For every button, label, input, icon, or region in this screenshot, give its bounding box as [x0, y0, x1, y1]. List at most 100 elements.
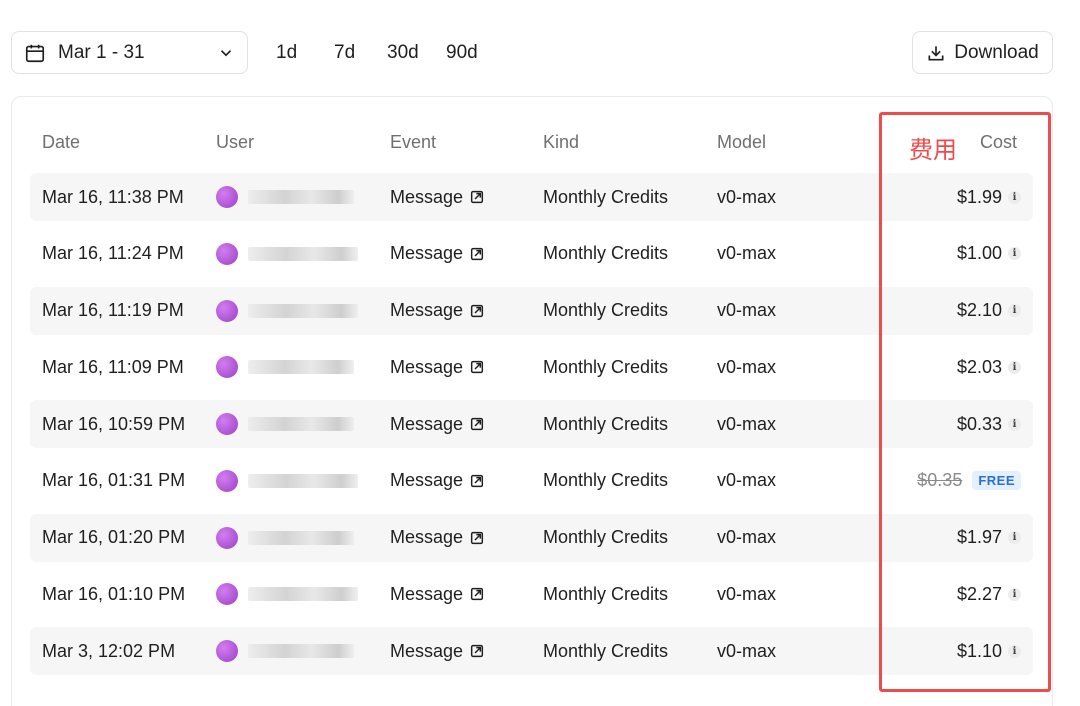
date-range-picker[interactable]: Mar 1 - 31 — [11, 31, 248, 74]
row-date: Mar 16, 10:59 PM — [42, 413, 186, 434]
row-cost: $1.10 i — [957, 627, 1021, 675]
row-user — [216, 570, 358, 618]
row-cost: $1.00 i — [957, 230, 1021, 278]
external-link-icon — [470, 190, 484, 204]
blurred-username — [248, 530, 354, 545]
row-event-link[interactable]: Message — [390, 514, 485, 562]
info-icon[interactable]: i — [1008, 190, 1021, 204]
table-row[interactable]: Mar 16, 11:09 PM Message Monthly Credits v0… — [30, 343, 1033, 391]
event-label: Message — [390, 243, 464, 264]
preset-90d[interactable]: 90d — [446, 31, 478, 74]
info-icon[interactable]: i — [1008, 531, 1021, 544]
cost-value: $0.33 — [956, 413, 1002, 434]
row-event-link[interactable]: Message — [390, 570, 485, 618]
table-row[interactable]: Mar 16, 11:38 PM Message Monthly Credits v0… — [30, 173, 1033, 221]
preset-1d[interactable]: 1d — [276, 31, 297, 74]
row-kind: Monthly Credits — [543, 640, 669, 661]
blurred-username — [248, 360, 354, 375]
external-link-icon — [470, 644, 484, 658]
blurred-username — [248, 417, 354, 431]
table-row[interactable]: Mar 16, 11:24 PM Message Monthly Credits v0… — [30, 230, 1033, 278]
info-icon[interactable]: i — [1008, 417, 1021, 431]
row-date: Mar 16, 11:19 PM — [42, 300, 184, 320]
row-event-link[interactable]: Message — [390, 457, 485, 505]
row-event-link[interactable]: Message — [390, 173, 485, 221]
row-kind: Monthly Credits — [543, 243, 669, 264]
external-link-icon — [470, 531, 484, 544]
cost-value: $1.99 — [956, 186, 1002, 207]
blurred-username — [248, 190, 354, 204]
table-row[interactable]: Mar 3, 12:02 PM Message Monthly Credits v0-… — [30, 627, 1033, 675]
row-cost: $0.33 i — [957, 400, 1021, 448]
table-row[interactable]: Mar 16, 11:19 PM Message Monthly Credits v0… — [30, 286, 1033, 335]
cost-value: $1.10 — [956, 640, 1002, 661]
avatar — [216, 186, 238, 208]
row-user — [216, 230, 358, 278]
event-label: Message — [390, 413, 464, 434]
row-kind: Monthly Credits — [543, 356, 669, 377]
cost-value: $2.03 — [956, 356, 1002, 377]
info-icon[interactable]: i — [1008, 644, 1021, 658]
header-kind: Kind — [543, 132, 580, 152]
preset-7d[interactable]: 7d — [334, 31, 355, 74]
external-link-icon — [470, 361, 484, 374]
row-user — [216, 287, 358, 335]
row-model: v0-max — [717, 527, 777, 547]
download-icon — [928, 45, 944, 60]
row-event-link[interactable]: Message — [390, 400, 485, 448]
external-link-icon — [470, 588, 484, 601]
row-user — [216, 514, 354, 562]
header-user: User — [216, 132, 255, 152]
blurred-username — [248, 644, 354, 658]
preset-30d[interactable]: 30d — [387, 31, 419, 74]
info-icon[interactable]: i — [1008, 587, 1021, 601]
row-event-link[interactable]: Message — [390, 230, 485, 278]
row-kind: Monthly Credits — [543, 527, 669, 547]
avatar — [216, 299, 238, 322]
row-cost: $1.99 i — [957, 173, 1021, 221]
original-cost: $0.35 — [917, 470, 963, 491]
table-row[interactable]: Mar 16, 01:10 PM Message Monthly Credits v0… — [30, 570, 1033, 618]
info-icon[interactable]: i — [1008, 304, 1021, 317]
cost-value: $1.97 — [956, 527, 1002, 547]
row-date: Mar 16, 11:38 PM — [42, 186, 184, 207]
cost-value: $2.10 — [956, 300, 1002, 320]
row-user — [216, 627, 354, 675]
row-event-link[interactable]: Message — [390, 627, 485, 675]
download-button[interactable]: Download — [912, 31, 1053, 74]
external-link-icon — [470, 474, 484, 487]
blurred-username — [248, 473, 358, 488]
avatar — [216, 583, 238, 606]
event-label: Message — [390, 300, 464, 320]
avatar — [216, 526, 238, 549]
row-user — [216, 400, 354, 448]
row-event-link[interactable]: Message — [390, 343, 485, 391]
cost-annotation: 费用 — [909, 136, 957, 164]
row-kind: Monthly Credits — [543, 413, 669, 434]
table-row[interactable]: Mar 16, 01:31 PM Message Monthly Credits v0… — [30, 457, 1033, 505]
row-model: v0-max — [717, 356, 777, 377]
blurred-username — [248, 587, 358, 602]
row-cost: $1.97 i — [957, 514, 1021, 562]
header-event: Event — [390, 132, 437, 152]
cost-value: $1.00 — [956, 243, 1002, 264]
free-badge: FREE — [972, 471, 1021, 491]
event-label: Message — [390, 356, 464, 377]
external-link-icon — [470, 417, 484, 431]
table-row[interactable]: Mar 16, 10:59 PM Message Monthly Credits v0… — [30, 400, 1033, 448]
row-user — [216, 173, 354, 221]
event-label: Message — [390, 640, 464, 661]
row-model: v0-max — [717, 583, 777, 604]
table-row[interactable]: Mar 16, 01:20 PM Message Monthly Credits v0… — [30, 513, 1033, 562]
row-model: v0-max — [717, 470, 777, 491]
info-icon[interactable]: i — [1008, 247, 1021, 261]
header-model: Model — [717, 132, 767, 152]
row-model: v0-max — [717, 243, 777, 264]
row-event-link[interactable]: Message — [390, 287, 485, 335]
row-cost: $2.03 i — [957, 343, 1021, 391]
chevron-down-icon — [220, 49, 232, 56]
header-date: Date — [42, 132, 81, 152]
calendar-icon — [25, 44, 45, 62]
blurred-username — [248, 303, 358, 318]
info-icon[interactable]: i — [1008, 360, 1021, 374]
